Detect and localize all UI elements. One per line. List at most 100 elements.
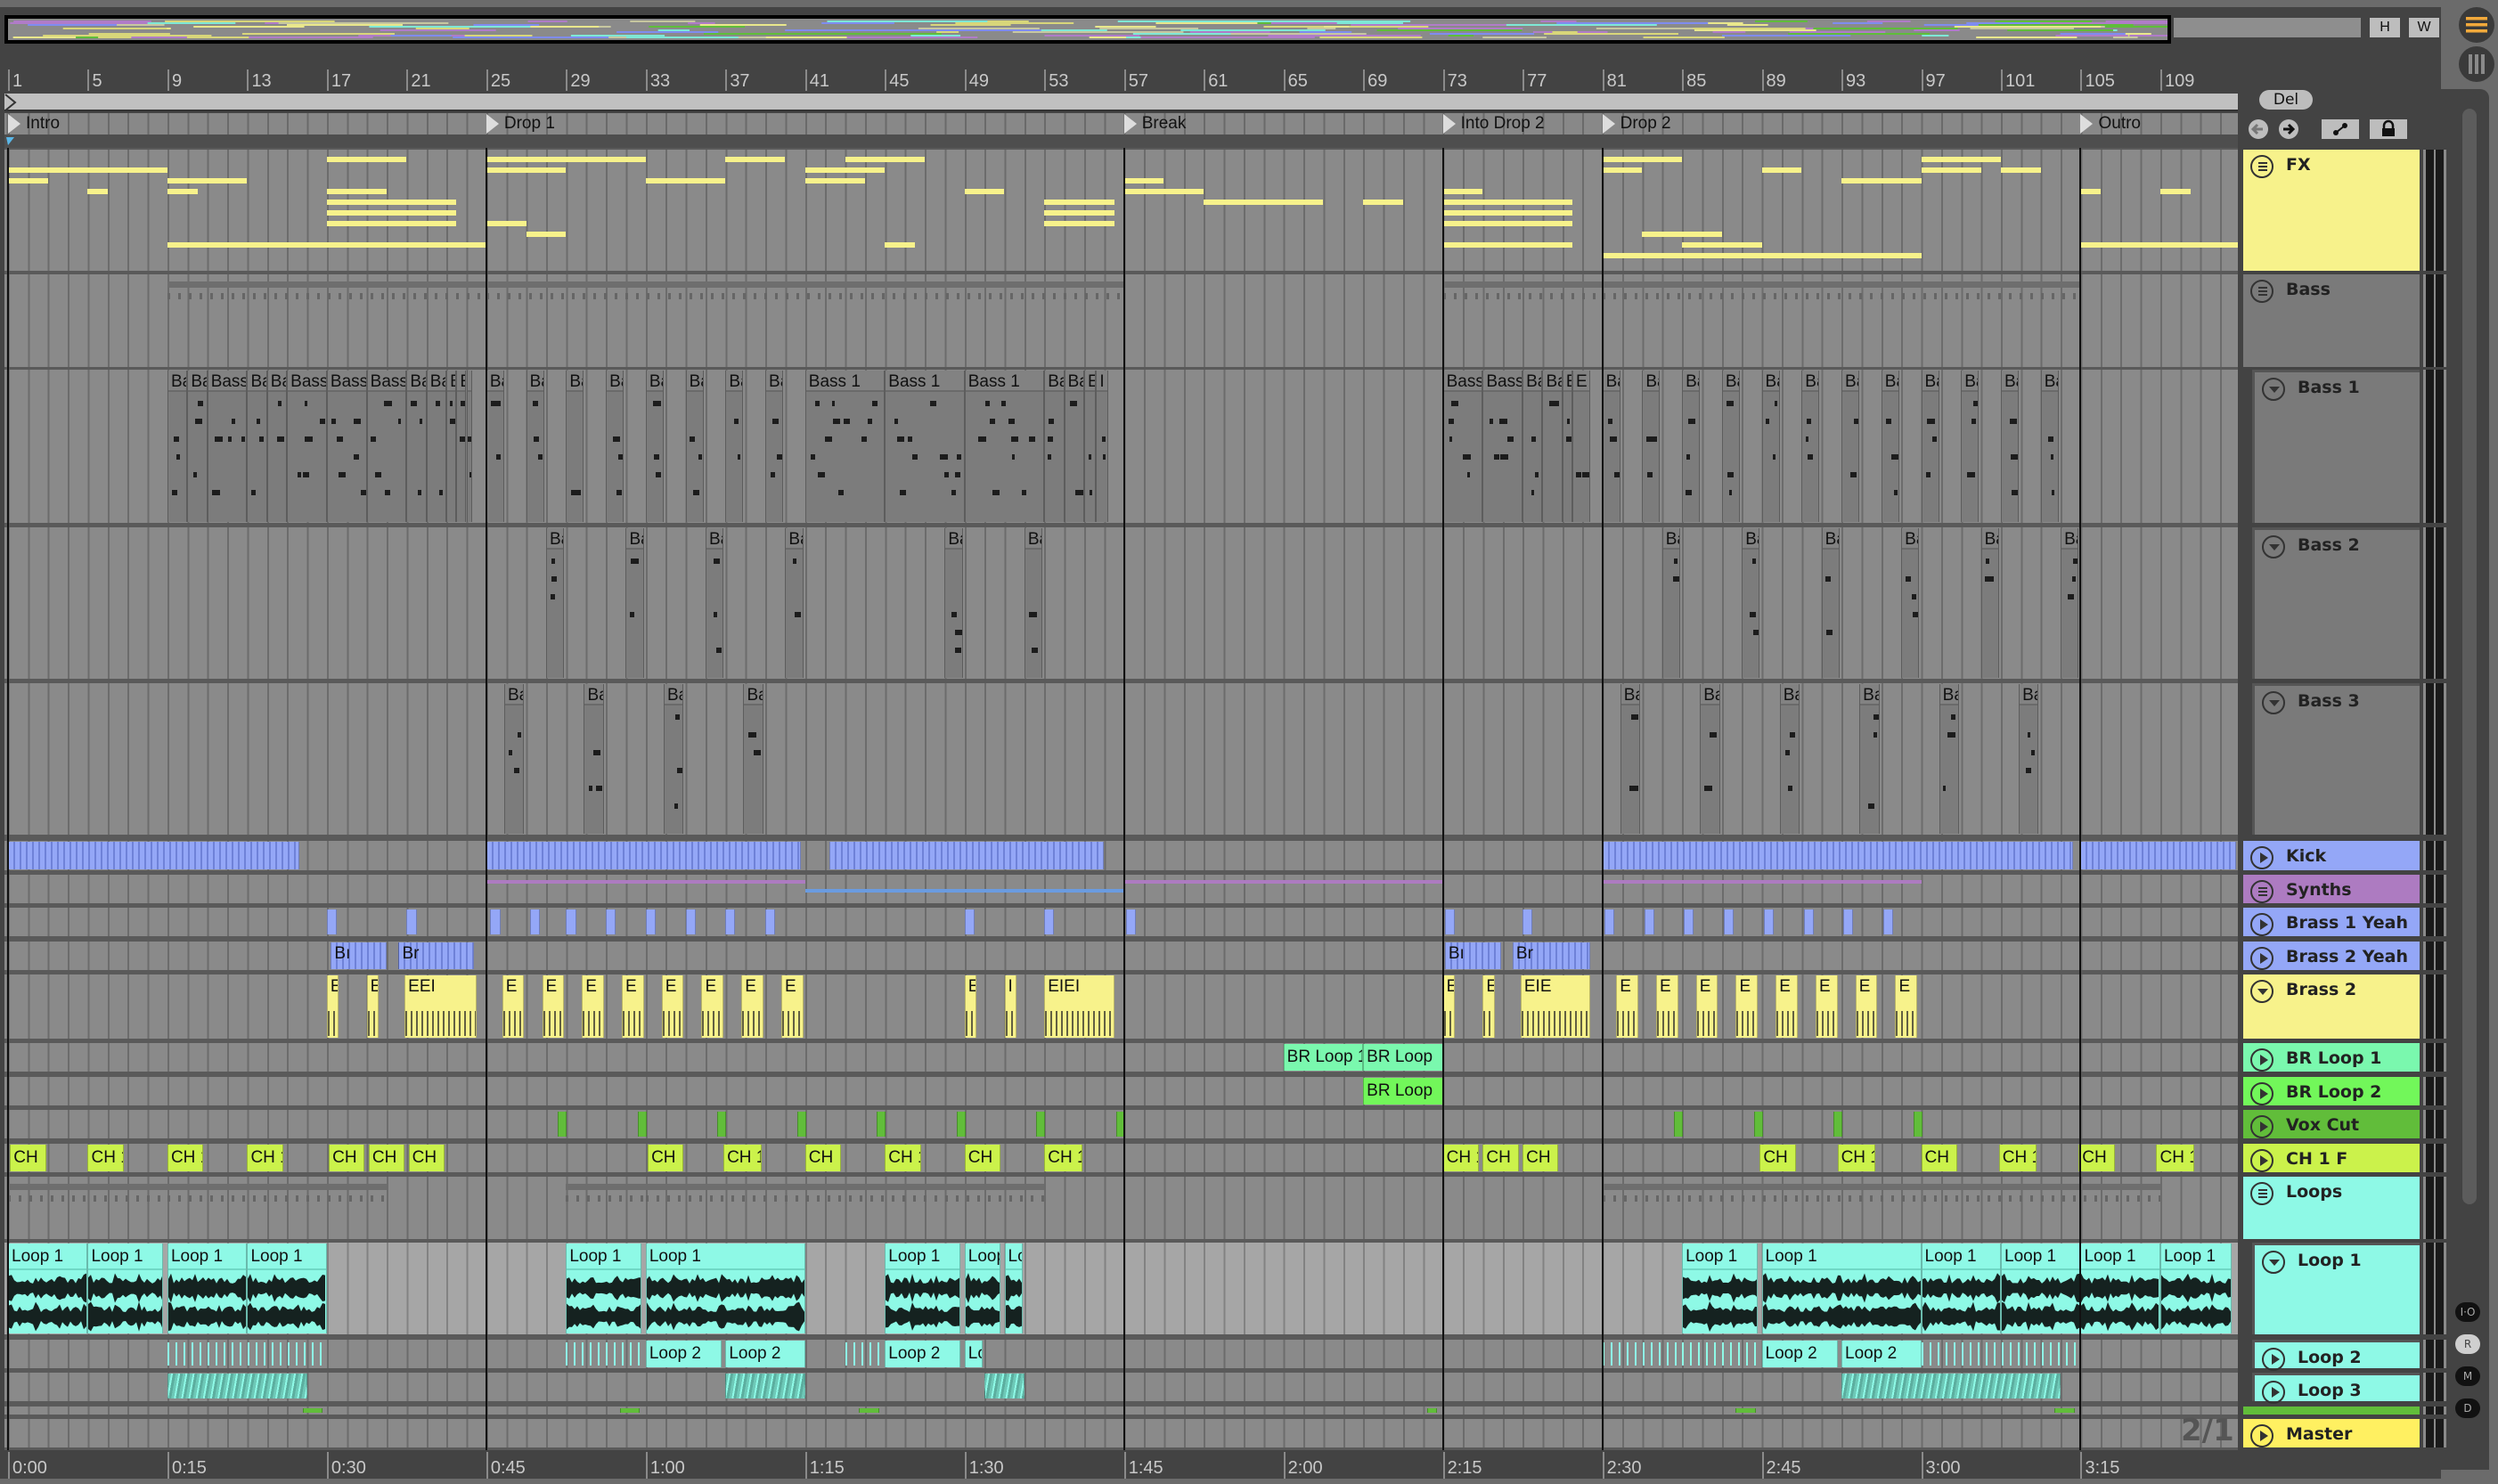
clip[interactable]: BR Loop 1 <box>1283 1044 1364 1071</box>
clip[interactable] <box>877 1112 886 1137</box>
clip[interactable]: Ba <box>1841 371 1860 522</box>
returns-toggle-button[interactable]: R <box>2455 1334 2480 1354</box>
fold-chevron-icon[interactable] <box>2262 691 2285 714</box>
clip[interactable] <box>1843 909 1854 934</box>
clip[interactable] <box>1883 909 1894 934</box>
clip[interactable]: Bass <box>326 371 367 522</box>
group-icon[interactable] <box>2250 280 2274 303</box>
clip[interactable]: CH <box>964 1145 1001 1171</box>
session-view-button[interactable] <box>2459 46 2494 82</box>
arrangement-tracks-area[interactable]: BaBaBassBaBaBassBassBassBaBaBEIBaBaBaBaB… <box>4 148 2238 1450</box>
clip[interactable] <box>167 1184 388 1219</box>
track-lane-br-loop-2[interactable]: BR Loop <box>4 1077 2238 1105</box>
locator-into-drop-2[interactable]: Into Drop 2 <box>1442 113 1545 135</box>
clip[interactable]: Ba <box>584 684 604 834</box>
clip[interactable] <box>1604 909 1614 934</box>
overview-zoom-field[interactable] <box>2174 18 2361 37</box>
clip[interactable]: Loop 1 <box>1921 1243 2001 1333</box>
lock-envelopes-button[interactable] <box>2370 119 2407 139</box>
clip[interactable]: Lo <box>1004 1243 1023 1333</box>
clip[interactable]: Ba <box>685 371 704 522</box>
clip[interactable] <box>859 1408 879 1413</box>
clip[interactable]: Ba <box>1859 684 1880 834</box>
clip[interactable]: CH 1 <box>87 1145 124 1171</box>
previous-locator-button[interactable] <box>2249 119 2268 139</box>
clip[interactable]: Ba <box>1721 371 1740 522</box>
clip[interactable] <box>796 1112 806 1137</box>
clip[interactable]: E <box>1895 975 1918 1038</box>
fold-chevron-icon[interactable] <box>2250 980 2274 1003</box>
clip[interactable]: CH <box>804 1145 842 1171</box>
clip[interactable]: Loop 1 <box>8 1243 88 1333</box>
track-activator-icon[interactable] <box>2250 846 2274 869</box>
clip[interactable]: EIE <box>1520 975 1591 1038</box>
clip[interactable]: E <box>1695 975 1718 1038</box>
track-header[interactable]: Loops <box>2243 1177 2420 1239</box>
clip[interactable] <box>1426 1408 1437 1413</box>
clip[interactable]: Ba <box>606 371 624 522</box>
track-activator-icon[interactable] <box>2250 913 2274 936</box>
track-header[interactable]: BR Loop 1 <box>2243 1043 2420 1072</box>
clip[interactable]: CH 1 <box>1442 1145 1479 1171</box>
track-activator-icon[interactable] <box>2250 1115 2274 1138</box>
delay-toggle-button[interactable]: D <box>2455 1398 2480 1418</box>
clip[interactable]: E <box>701 975 724 1038</box>
clip[interactable]: Loop 1 <box>87 1243 164 1333</box>
clip[interactable]: CH 1 <box>247 1145 283 1171</box>
track-header[interactable]: Master <box>2243 1419 2420 1447</box>
clip[interactable]: CH <box>2078 1145 2115 1171</box>
clip[interactable]: Loop 1 <box>885 1243 961 1333</box>
clip[interactable]: Ba <box>1522 371 1543 522</box>
time-ruler[interactable]: 0:00 0:15 0:30 0:45 1:00 1:15 1:30 1:45 2:00 2:15… <box>0 1452 2238 1479</box>
clip[interactable]: Ba <box>1620 684 1641 834</box>
clip[interactable]: EEI <box>404 975 477 1038</box>
track-header[interactable]: Bass <box>2243 274 2420 367</box>
clip[interactable] <box>1522 909 1533 934</box>
clip[interactable]: Ba <box>1921 371 1939 522</box>
clip[interactable]: Ba <box>566 371 584 522</box>
clip[interactable] <box>167 1374 307 1398</box>
clip[interactable] <box>1803 909 1814 934</box>
track-header[interactable]: FX <box>2243 150 2420 271</box>
track-lane-master[interactable] <box>4 1419 2238 1447</box>
clip[interactable]: E <box>1735 975 1759 1038</box>
clip[interactable]: Ba <box>426 371 447 522</box>
track-lane-synths[interactable] <box>4 875 2238 903</box>
clip[interactable]: Ba <box>725 371 744 522</box>
clip[interactable]: CH <box>1759 1145 1796 1171</box>
clip[interactable]: Ba <box>1901 528 1920 678</box>
clip[interactable] <box>1724 909 1735 934</box>
clip[interactable]: Ba <box>785 528 804 678</box>
track-activator-icon[interactable] <box>2250 1424 2274 1447</box>
clip[interactable]: Loop 1 <box>247 1243 327 1333</box>
track-header[interactable]: BR Loop 2 <box>2243 1077 2420 1105</box>
track-activator-icon[interactable] <box>2250 1082 2274 1105</box>
clip[interactable]: Ba <box>705 528 724 678</box>
locator-row[interactable]: Intro Drop 1 Break Into Drop 2 Drop 2 Outro <box>4 113 2238 135</box>
clip[interactable]: E <box>1083 371 1097 522</box>
clip[interactable]: Ba <box>743 684 763 834</box>
zoom-width-button[interactable]: W <box>2409 18 2439 37</box>
clip[interactable]: CH <box>329 1145 365 1171</box>
arrangement-overview[interactable] <box>4 15 2171 44</box>
clip[interactable] <box>1036 1112 1046 1137</box>
clip[interactable] <box>326 909 338 934</box>
clip[interactable]: Bass <box>207 371 248 522</box>
clip[interactable]: E <box>1442 975 1456 1038</box>
clip[interactable] <box>566 909 576 934</box>
locator-drop-2[interactable]: Drop 2 <box>1602 113 1671 135</box>
locator-drop-1[interactable]: Drop 1 <box>486 113 555 135</box>
clip[interactable]: CH 1 <box>1837 1145 1876 1171</box>
clip[interactable]: Ba <box>1761 371 1780 522</box>
clip[interactable]: Bass <box>366 371 407 522</box>
track-header[interactable]: Bass 3 <box>2252 683 2420 835</box>
clip[interactable]: E <box>621 975 644 1038</box>
clip[interactable]: E <box>326 975 339 1038</box>
clip[interactable]: Ba <box>2061 528 2079 678</box>
clip[interactable] <box>765 909 776 934</box>
clip[interactable]: E <box>1616 975 1638 1038</box>
clip[interactable]: CH 1 <box>723 1145 762 1171</box>
group-icon[interactable] <box>2250 880 2274 903</box>
clip[interactable]: CH 1 <box>2156 1145 2194 1171</box>
clip[interactable]: Ba <box>486 371 504 522</box>
